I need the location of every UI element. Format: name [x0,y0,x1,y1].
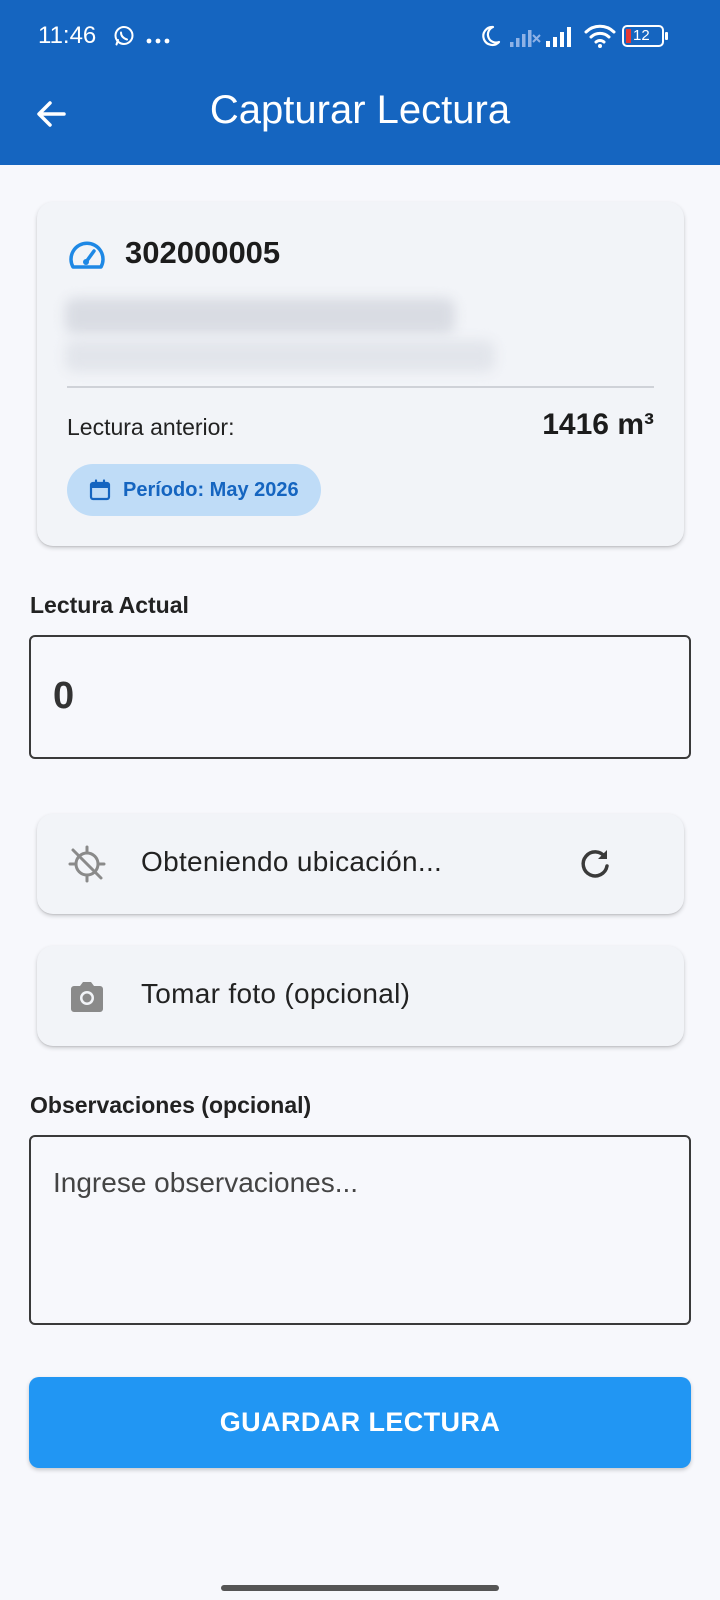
location-off-icon [68,845,106,883]
camera-icon [71,982,103,1012]
period-text: Período: May 2026 [123,478,299,501]
status-time: 11:46 [38,22,97,49]
meter-info-card: 302000005 Lectura anterior: 1416 m³ Perí… [37,202,684,546]
observations-textarea[interactable]: Ingrese observaciones... [29,1135,691,1325]
refresh-location-button[interactable] [577,846,613,882]
observations-label: Observaciones (opcional) [30,1092,312,1118]
signal-no-service-icon [510,26,542,53]
navigation-bar [0,1565,720,1600]
whatsapp-icon [112,24,136,53]
take-photo-tile[interactable]: Tomar foto (opcional) [37,946,684,1046]
page-title: Capturar Lectura [209,88,511,132]
current-reading-input[interactable]: 0 [29,635,691,759]
more-notifications-icon [146,32,170,50]
observations-placeholder: Ingrese observaciones... [53,1167,359,1198]
period-chip: Período: May 2026 [67,464,321,516]
card-divider [67,386,654,388]
take-photo-label: Tomar foto (opcional) [141,978,411,1009]
app-bar: 11:46 12 Capturar Lectura [0,0,720,165]
battery-level: 12 [633,27,650,44]
save-reading-label: GUARDAR LECTURA [219,1407,501,1437]
meter-number: 302000005 [125,235,281,270]
wifi-icon [584,23,616,54]
location-status-text: Obteniendo ubicación... [141,846,443,877]
speedometer-icon [69,241,105,269]
do-not-disturb-moon-icon [478,24,502,53]
signal-strength-icon [546,26,576,53]
current-reading-value: 0 [53,675,75,717]
calendar-icon [89,479,111,501]
previous-reading-label: Lectura anterior: [67,414,235,440]
battery-icon: 12 [622,25,670,49]
location-tile[interactable]: Obteniendo ubicación... [37,814,684,914]
redacted-customer-name [65,298,455,334]
previous-reading-value: 1416 m³ [542,408,654,441]
current-reading-label: Lectura Actual [30,592,189,618]
home-indicator[interactable] [221,1585,499,1591]
redacted-customer-address [65,340,495,372]
status-bar: 11:46 12 [0,0,720,75]
save-reading-button[interactable]: GUARDAR LECTURA [29,1377,691,1468]
refresh-icon [581,850,609,878]
